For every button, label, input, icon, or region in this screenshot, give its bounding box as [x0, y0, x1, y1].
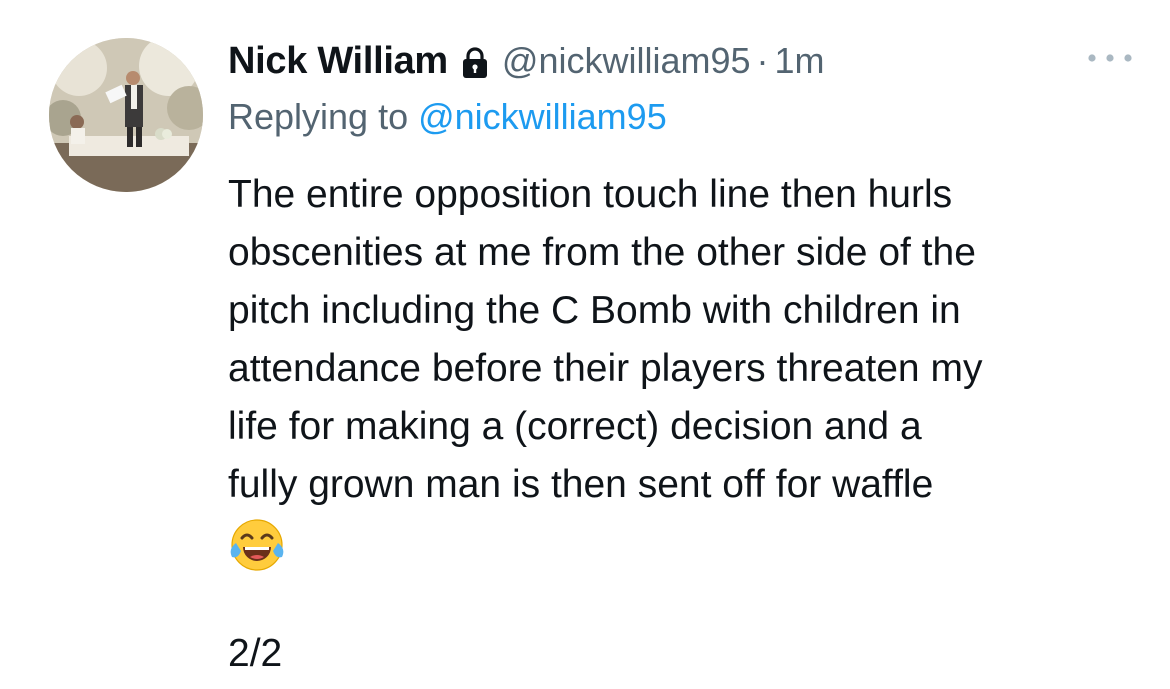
avatar-photo [49, 38, 203, 192]
separator-dot: · [756, 40, 769, 81]
tweet-text-line: The entire opposition touch line then hu… [228, 173, 953, 216]
tweet-text-line: attendance before their players threaten… [228, 347, 983, 390]
author-name[interactable]: Nick William [228, 40, 448, 83]
avatar[interactable] [49, 38, 203, 192]
tweet-text-line: pitch including the C Bomb with children… [228, 289, 961, 332]
tears-of-joy-emoji-icon [228, 516, 286, 574]
tweet-text-line: life for making a (correct) decision and… [228, 405, 922, 448]
replying-to: Replying to @nickwilliam95 [228, 96, 667, 138]
tweet-text-line: obscenities at me from the other side of… [228, 231, 976, 274]
more-horizontal-icon[interactable] [1084, 46, 1136, 70]
lock-icon [460, 46, 490, 80]
thread-counter: 2/2 [228, 632, 283, 675]
tweet: Nick William @nickwilliam95 · 1m Replyin… [0, 0, 1170, 689]
tweet-text: The entire opposition touch line then hu… [228, 166, 1128, 574]
tweet-text-line: fully grown man is then sent off for waf… [228, 463, 934, 506]
author-handle[interactable]: @nickwilliam95 [502, 40, 751, 82]
timestamp[interactable]: 1m [775, 40, 825, 82]
reply-to-handle-link[interactable]: @nickwilliam95 [418, 96, 667, 137]
tweet-header: Nick William @nickwilliam95 · 1m [228, 38, 825, 84]
replying-to-label: Replying to [228, 96, 419, 137]
